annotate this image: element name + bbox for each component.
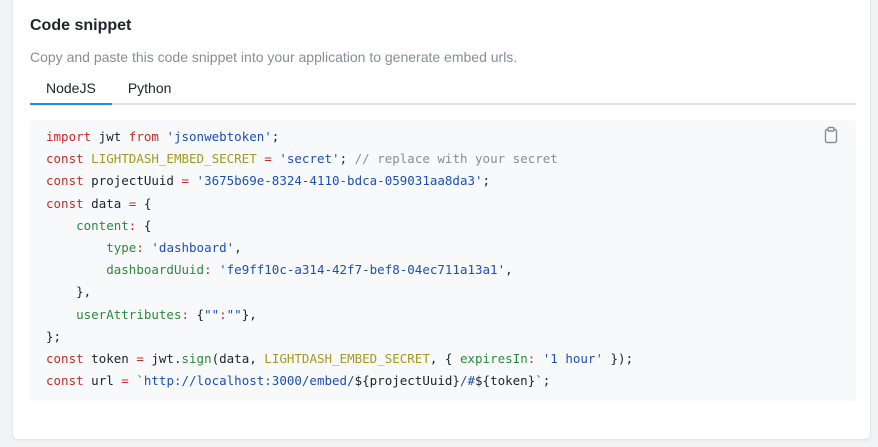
tab-python[interactable]: Python (112, 73, 188, 103)
code-token: "" (226, 306, 242, 322)
code-token: }; (46, 328, 62, 344)
code-token: ` (535, 373, 543, 389)
copy-button[interactable] (820, 124, 842, 146)
code-token: projectUuid (83, 173, 182, 189)
code-token: const (46, 351, 84, 367)
code-line: import jwt from 'jsonwebtoken'; (46, 126, 633, 148)
code-token: }); (603, 351, 634, 367)
code-token: expiresIn (459, 351, 528, 367)
code-line: content: { (46, 215, 633, 237)
code-token: = (181, 173, 190, 189)
code-token: jwt (91, 129, 129, 144)
code-token: url (83, 373, 122, 389)
code-token: '3675b69e-8324-4110-bdca-059031aa8da3' (196, 173, 483, 189)
tab-nodejs[interactable]: NodeJS (30, 73, 112, 105)
code-token: const (46, 173, 84, 189)
code-token: : (204, 262, 212, 278)
code-token: 'dashboard' (151, 240, 235, 256)
code-token: token (83, 351, 137, 367)
code-token: 'jsonwebtoken' (166, 129, 272, 144)
code-token: , { (429, 351, 460, 367)
code-line: const LIGHTDASH_EMBED_SECRET = 'secret';… (46, 148, 633, 170)
code-token: ; (271, 129, 280, 144)
code-token: ; (482, 173, 491, 189)
code-token: { (189, 306, 205, 322)
code-line: const url = `http://localhost:3000/embed… (46, 370, 633, 392)
code-token: // replace with your secret (354, 151, 558, 167)
code-token: jwt. (143, 351, 182, 367)
code-token: `http://localhost:3000/embed/ (136, 373, 355, 389)
code-content[interactable]: import jwt from 'jsonwebtoken'; const LIG… (46, 126, 633, 392)
code-token: '1 hour' (542, 351, 603, 367)
code-block: import jwt from 'jsonwebtoken'; const LIG… (30, 120, 856, 401)
code-token: data (83, 195, 129, 211)
code-token: ; (542, 373, 551, 389)
code-line: const data = { (46, 193, 633, 215)
code-line: dashboardUuid: 'fe9ff10c-a314-42f7-bef8-… (46, 259, 633, 281)
clipboard-icon (824, 126, 838, 144)
code-token: , (505, 262, 513, 278)
code-token: }, (46, 284, 92, 300)
code-token: from (128, 129, 159, 144)
code-token: 'fe9ff10c-a314-42f7-bef8-04ec711a13a1' (219, 262, 506, 278)
code-token: = (121, 373, 129, 389)
code-snippet-card: Code snippet Copy and paste this code sn… (12, 0, 871, 440)
section-description: Copy and paste this code snippet into yo… (30, 49, 518, 65)
code-token: sign (181, 351, 212, 367)
code-token: content (76, 217, 129, 233)
code-token: { (136, 195, 152, 211)
code-token: /# (459, 373, 476, 389)
code-token: "" (204, 306, 220, 322)
code-line: const projectUuid = '3675b69e-8324-4110-… (46, 170, 633, 192)
code-token: LIGHTDASH_EMBED_SECRET (91, 151, 257, 167)
code-line: const token = jwt.sign(data, LIGHTDASH_E… (46, 348, 633, 370)
code-line: }; (46, 326, 633, 348)
code-token: const (46, 151, 84, 167)
code-token: = (264, 151, 272, 167)
code-line: type: 'dashboard', (46, 237, 633, 259)
code-token: ${token} (475, 373, 536, 389)
language-tabs: NodeJS Python (30, 73, 856, 105)
section-title: Code snippet (30, 17, 132, 34)
code-token: ; (339, 151, 355, 167)
code-line: }, (46, 281, 633, 303)
code-token: import (46, 129, 92, 144)
code-token: : (219, 306, 227, 322)
code-token: userAttributes (76, 306, 182, 322)
code-token: }, (241, 306, 257, 322)
code-token: ${projectUuid} (354, 373, 460, 389)
code-token: = (136, 351, 144, 367)
code-token: const (46, 195, 84, 211)
code-token: : (181, 306, 189, 322)
code-token: : (136, 240, 144, 256)
code-line: userAttributes: {"":""}, (46, 304, 633, 326)
code-token: 'secret' (279, 151, 340, 167)
code-token: , (234, 240, 242, 256)
code-token: (data, (211, 351, 265, 367)
code-token: type (106, 240, 137, 256)
code-token: const (46, 373, 84, 389)
code-token: dashboardUuid (106, 262, 205, 278)
code-token: { (136, 217, 152, 233)
code-token: LIGHTDASH_EMBED_SECRET (264, 351, 430, 367)
